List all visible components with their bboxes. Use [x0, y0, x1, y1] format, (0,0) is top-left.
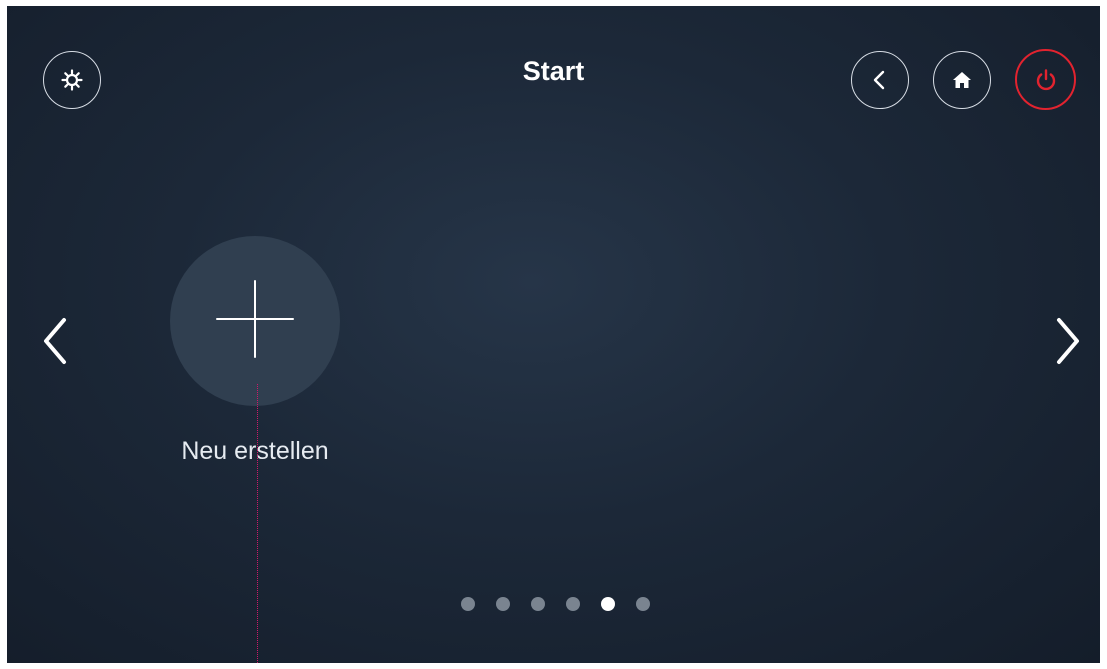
home-button[interactable] [933, 51, 991, 109]
page-dot-4[interactable] [566, 597, 580, 611]
back-button[interactable] [851, 51, 909, 109]
power-icon [1033, 67, 1059, 93]
page-indicator [461, 596, 650, 612]
chevron-left-icon [869, 68, 891, 92]
guide-line [257, 384, 258, 663]
previous-page-button[interactable] [30, 311, 80, 375]
chevron-left-icon [38, 314, 72, 373]
page-dot-2[interactable] [496, 597, 510, 611]
plus-icon [215, 279, 295, 364]
page-dot-1[interactable] [461, 597, 475, 611]
page-dot-3[interactable] [531, 597, 545, 611]
create-new-button[interactable] [170, 236, 340, 406]
chevron-right-icon [1051, 314, 1085, 373]
page-dot-5-active[interactable] [601, 597, 615, 611]
home-icon [951, 69, 973, 91]
app-frame: Start Neu erstellen [0, 0, 1107, 669]
start-screen: Start Neu erstellen [7, 6, 1100, 663]
create-new-label: Neu erstellen [181, 437, 329, 465]
power-button[interactable] [1015, 49, 1076, 110]
page-dot-6[interactable] [636, 597, 650, 611]
next-page-button[interactable] [1043, 311, 1093, 375]
